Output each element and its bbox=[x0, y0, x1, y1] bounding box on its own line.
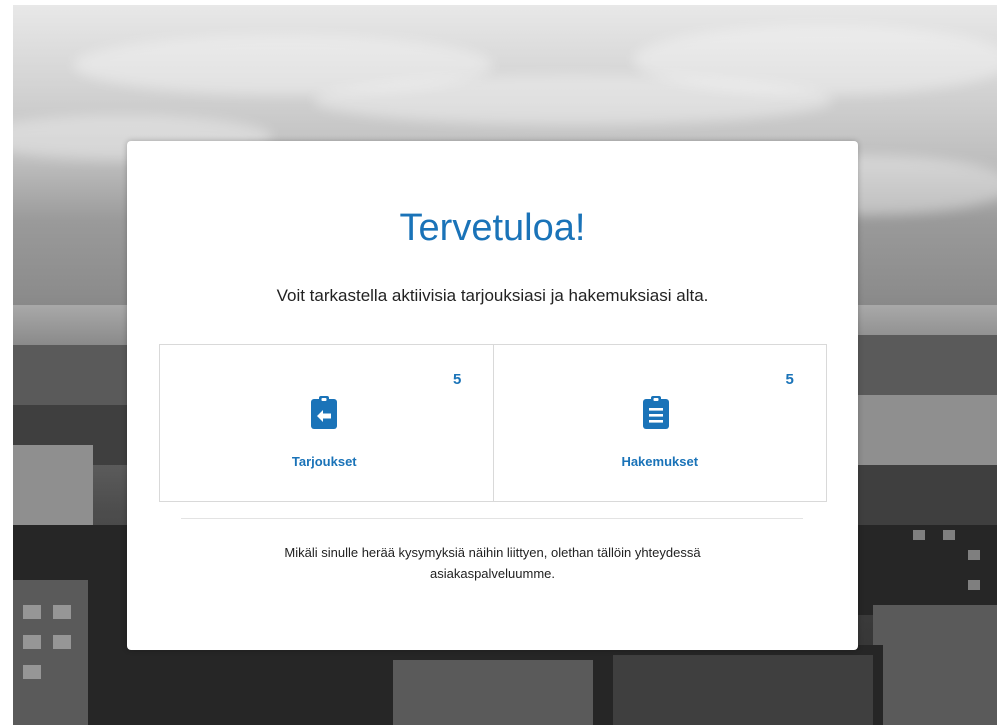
footer-line-1: Mikäli sinulle herää kysymyksiä näihin l… bbox=[284, 545, 701, 560]
tile-label-hakemukset: Hakemukset bbox=[621, 454, 699, 469]
tile-label-tarjoukset: Tarjoukset bbox=[291, 454, 357, 469]
page-title: Tervetuloa! bbox=[399, 207, 586, 249]
welcome-card: Tervetuloa! Voit tarkastella aktiivisia … bbox=[127, 141, 858, 650]
welcome-subtitle: Voit tarkastella aktiivisia tarjouksiasi… bbox=[276, 286, 709, 305]
divider bbox=[181, 518, 803, 519]
tile-tarjoukset[interactable]: 5 Tarjoukset bbox=[160, 345, 493, 501]
footer-line-2: asiakaspalveluumme. bbox=[429, 566, 555, 581]
hakemukset-count: 5 bbox=[785, 371, 794, 388]
footer-note: Mikäli sinulle herää kysymyksiä näihin l… bbox=[127, 542, 858, 584]
tile-hakemukset[interactable]: 5 Hakemukset bbox=[492, 345, 827, 501]
clipboard-list-icon bbox=[638, 395, 674, 431]
tarjoukset-count: 5 bbox=[453, 371, 462, 388]
clipboard-arrow-left-icon bbox=[307, 395, 343, 431]
summary-tiles: 5 Tarjoukset 5 Hakemukset bbox=[159, 344, 827, 502]
